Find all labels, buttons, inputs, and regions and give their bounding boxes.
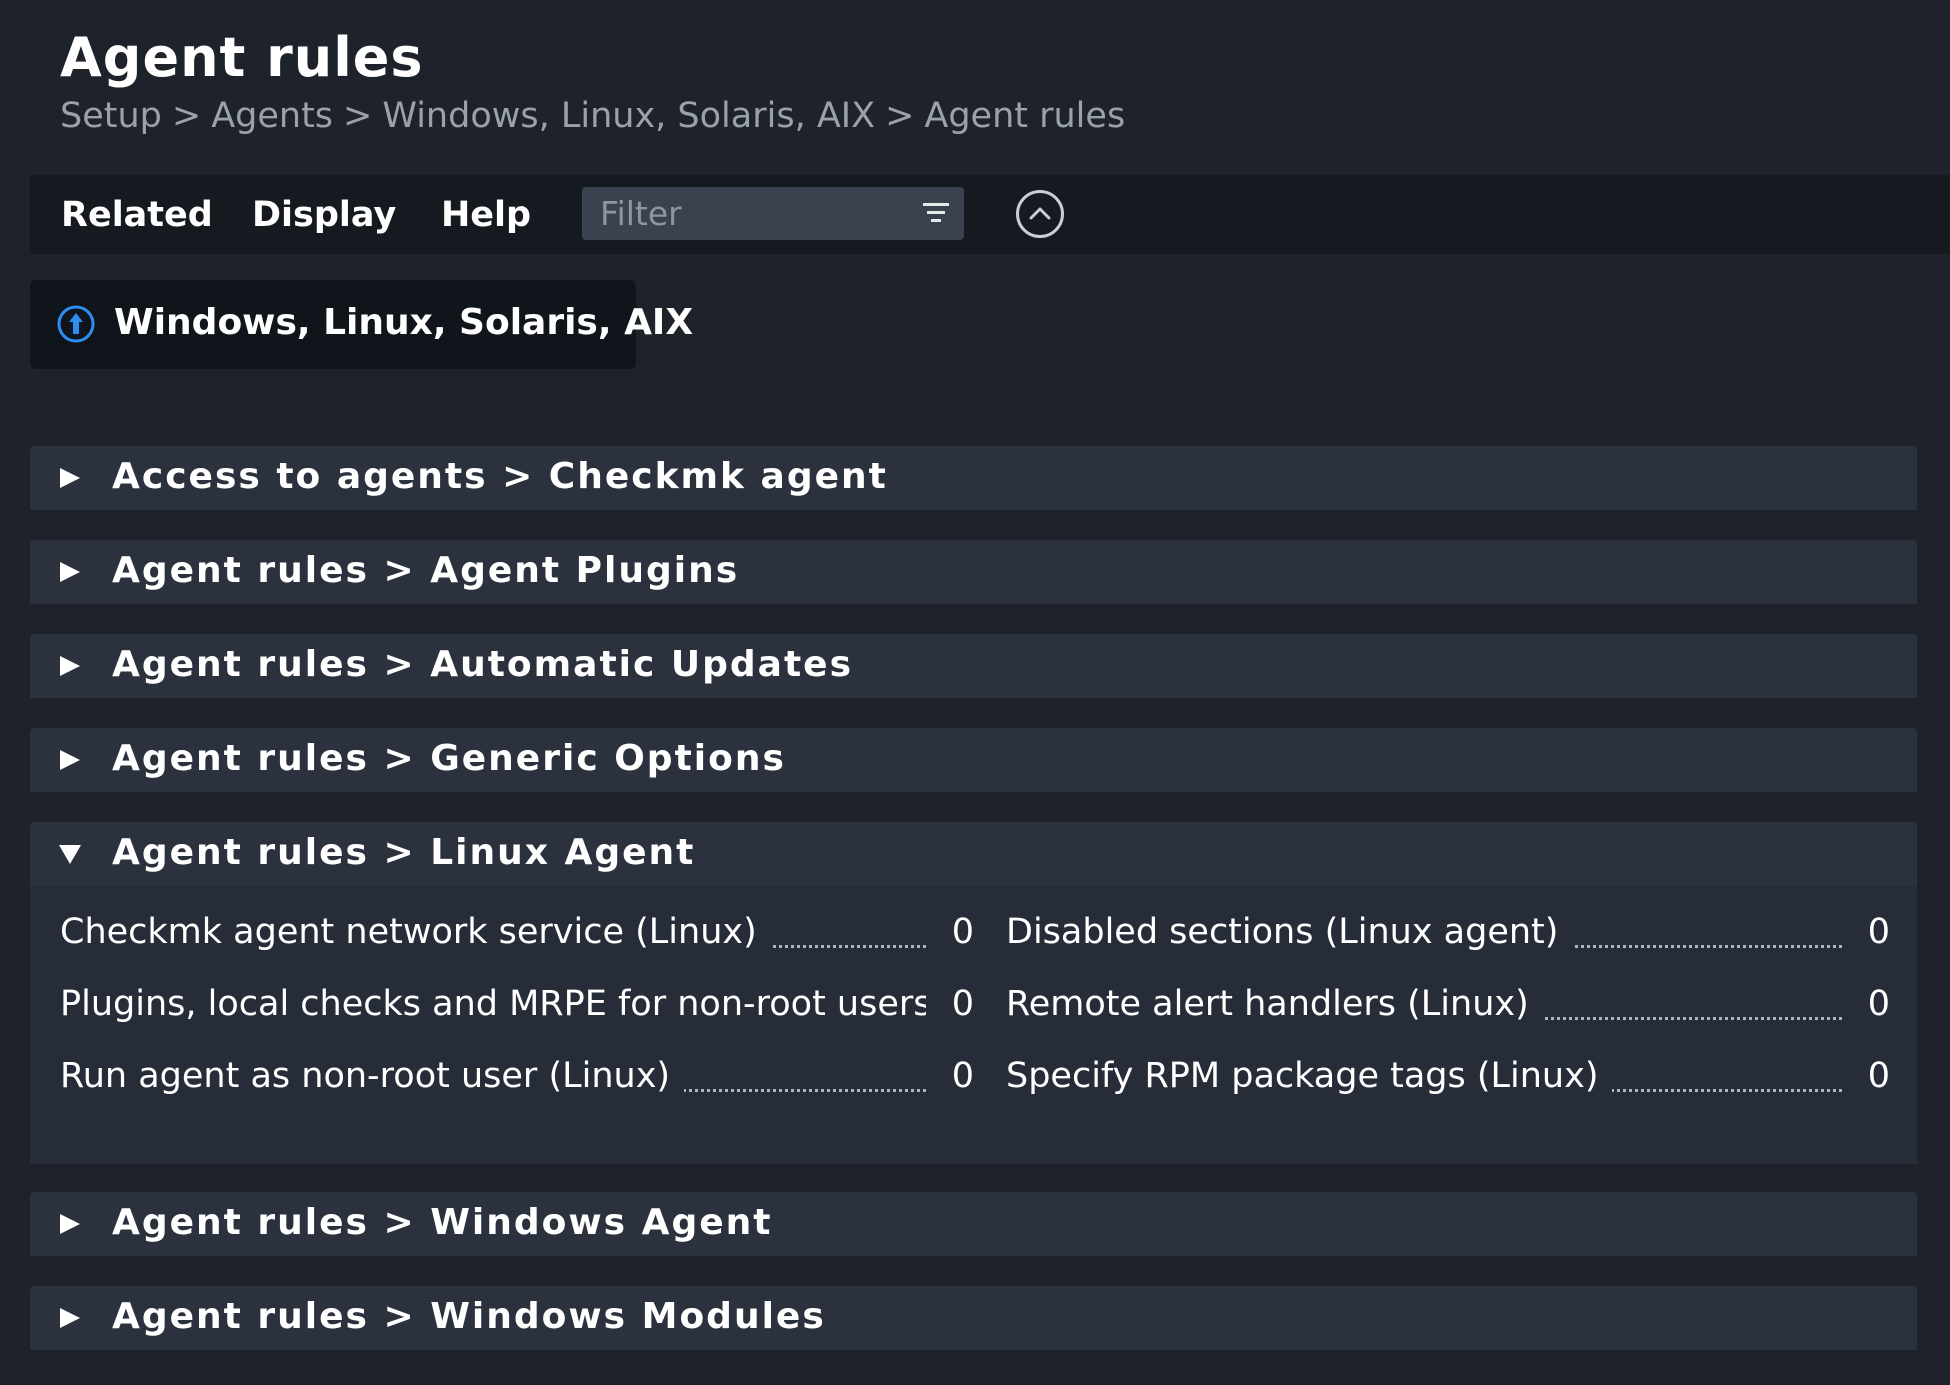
triangle-right-icon	[60, 1214, 80, 1234]
section-header[interactable]: Agent rules > Windows Agent	[30, 1192, 1917, 1256]
section-header[interactable]: Agent rules > Automatic Updates	[30, 634, 1917, 698]
back-to-parent-button[interactable]: Windows, Linux, Solaris, AIX	[30, 280, 693, 369]
section-title: Agent rules > Generic Options	[112, 738, 786, 779]
section-title: Agent rules > Agent Plugins	[112, 550, 740, 591]
collapse-menu-button[interactable]	[1016, 190, 1064, 238]
menu-help[interactable]: Help	[441, 195, 531, 235]
rule-count: 0	[951, 912, 974, 952]
breadcrumb-separator: >	[885, 96, 915, 136]
section-header[interactable]: Agent rules > Generic Options	[30, 728, 1917, 792]
rule-name-wrap: Remote alert handlers (Linux)	[1006, 984, 1842, 1024]
rule-name: Disabled sections (Linux agent)	[1006, 912, 1573, 952]
breadcrumb-separator: >	[343, 96, 373, 136]
menu-display[interactable]: Display	[252, 195, 396, 235]
page-menu-bar: Related Display Help	[30, 175, 1950, 254]
section-title: Agent rules > Automatic Updates	[112, 644, 853, 685]
back-link-label: Windows, Linux, Solaris, AIX	[114, 302, 694, 343]
triangle-right-icon	[60, 1308, 80, 1328]
triangle-down-icon	[59, 845, 81, 864]
rule-count: 0	[951, 1056, 974, 1096]
breadcrumb-separator: >	[171, 96, 202, 136]
rule-name-wrap: Checkmk agent network service (Linux)	[60, 912, 926, 952]
section-header[interactable]: Agent rules > Agent Plugins	[30, 540, 1917, 604]
rule-item[interactable]: Run agent as non-root user (Linux) 0	[60, 1056, 974, 1102]
rule-name-wrap: Disabled sections (Linux agent)	[1006, 912, 1842, 952]
rule-count: 0	[951, 984, 974, 1024]
rule-list: Checkmk agent network service (Linux) 0 …	[30, 886, 1917, 1164]
filter-icon[interactable]	[922, 200, 950, 226]
rule-name-wrap: Plugins, local checks and MRPE for non-r…	[60, 984, 926, 1024]
rule-name: Plugins, local checks and MRPE for non-r…	[60, 984, 926, 1024]
triangle-right-icon	[60, 750, 80, 770]
section-title: Agent rules > Windows Modules	[112, 1296, 826, 1337]
rule-item[interactable]: Remote alert handlers (Linux) 0	[1006, 984, 1890, 1030]
circle-arrow-up-icon	[57, 305, 95, 343]
rule-name: Remote alert handlers (Linux)	[1006, 984, 1543, 1024]
rule-item[interactable]: Specify RPM package tags (Linux) 0	[1006, 1056, 1890, 1102]
section-header[interactable]: Agent rules > Windows Modules	[30, 1286, 1917, 1350]
rule-count: 0	[1867, 1056, 1890, 1096]
section-title: Agent rules > Linux Agent	[112, 832, 696, 873]
filter-input[interactable]	[582, 187, 912, 240]
triangle-right-icon	[60, 562, 80, 582]
section-header[interactable]: Access to agents > Checkmk agent	[30, 446, 1917, 510]
triangle-right-icon	[60, 468, 80, 488]
rule-name: Checkmk agent network service (Linux)	[60, 912, 771, 952]
menu-related[interactable]: Related	[61, 195, 213, 235]
breadcrumb-item-setup[interactable]: Setup	[60, 96, 162, 136]
rule-item[interactable]: Plugins, local checks and MRPE for non-r…	[60, 984, 974, 1030]
section-header[interactable]: Agent rules > Linux Agent	[30, 822, 1917, 886]
page: Agent rules Setup > Agents > Windows, Linux,…	[0, 0, 1950, 1385]
page-title: Agent rules	[60, 26, 424, 89]
filter-box	[582, 187, 964, 240]
rule-item[interactable]: Checkmk agent network service (Linux) 0	[60, 912, 974, 958]
section-title: Access to agents > Checkmk agent	[112, 456, 888, 497]
rule-name-wrap: Specify RPM package tags (Linux)	[1006, 1056, 1842, 1096]
rule-count: 0	[1867, 912, 1890, 952]
rule-name: Specify RPM package tags (Linux)	[1006, 1056, 1613, 1096]
chevron-up-icon	[1029, 207, 1051, 220]
rule-name-wrap: Run agent as non-root user (Linux)	[60, 1056, 926, 1096]
section-title: Agent rules > Windows Agent	[112, 1202, 773, 1243]
rule-name: Run agent as non-root user (Linux)	[60, 1056, 685, 1096]
breadcrumb-item-os[interactable]: Windows, Linux, Solaris, AIX	[382, 96, 875, 136]
rule-count: 0	[1867, 984, 1890, 1024]
triangle-right-icon	[60, 656, 80, 676]
breadcrumb: Setup > Agents > Windows, Linux, Solaris, AI…	[60, 96, 1125, 136]
breadcrumb-item-current: Agent rules	[924, 96, 1126, 136]
rule-item[interactable]: Disabled sections (Linux agent) 0	[1006, 912, 1890, 958]
breadcrumb-item-agents[interactable]: Agents	[211, 96, 333, 136]
